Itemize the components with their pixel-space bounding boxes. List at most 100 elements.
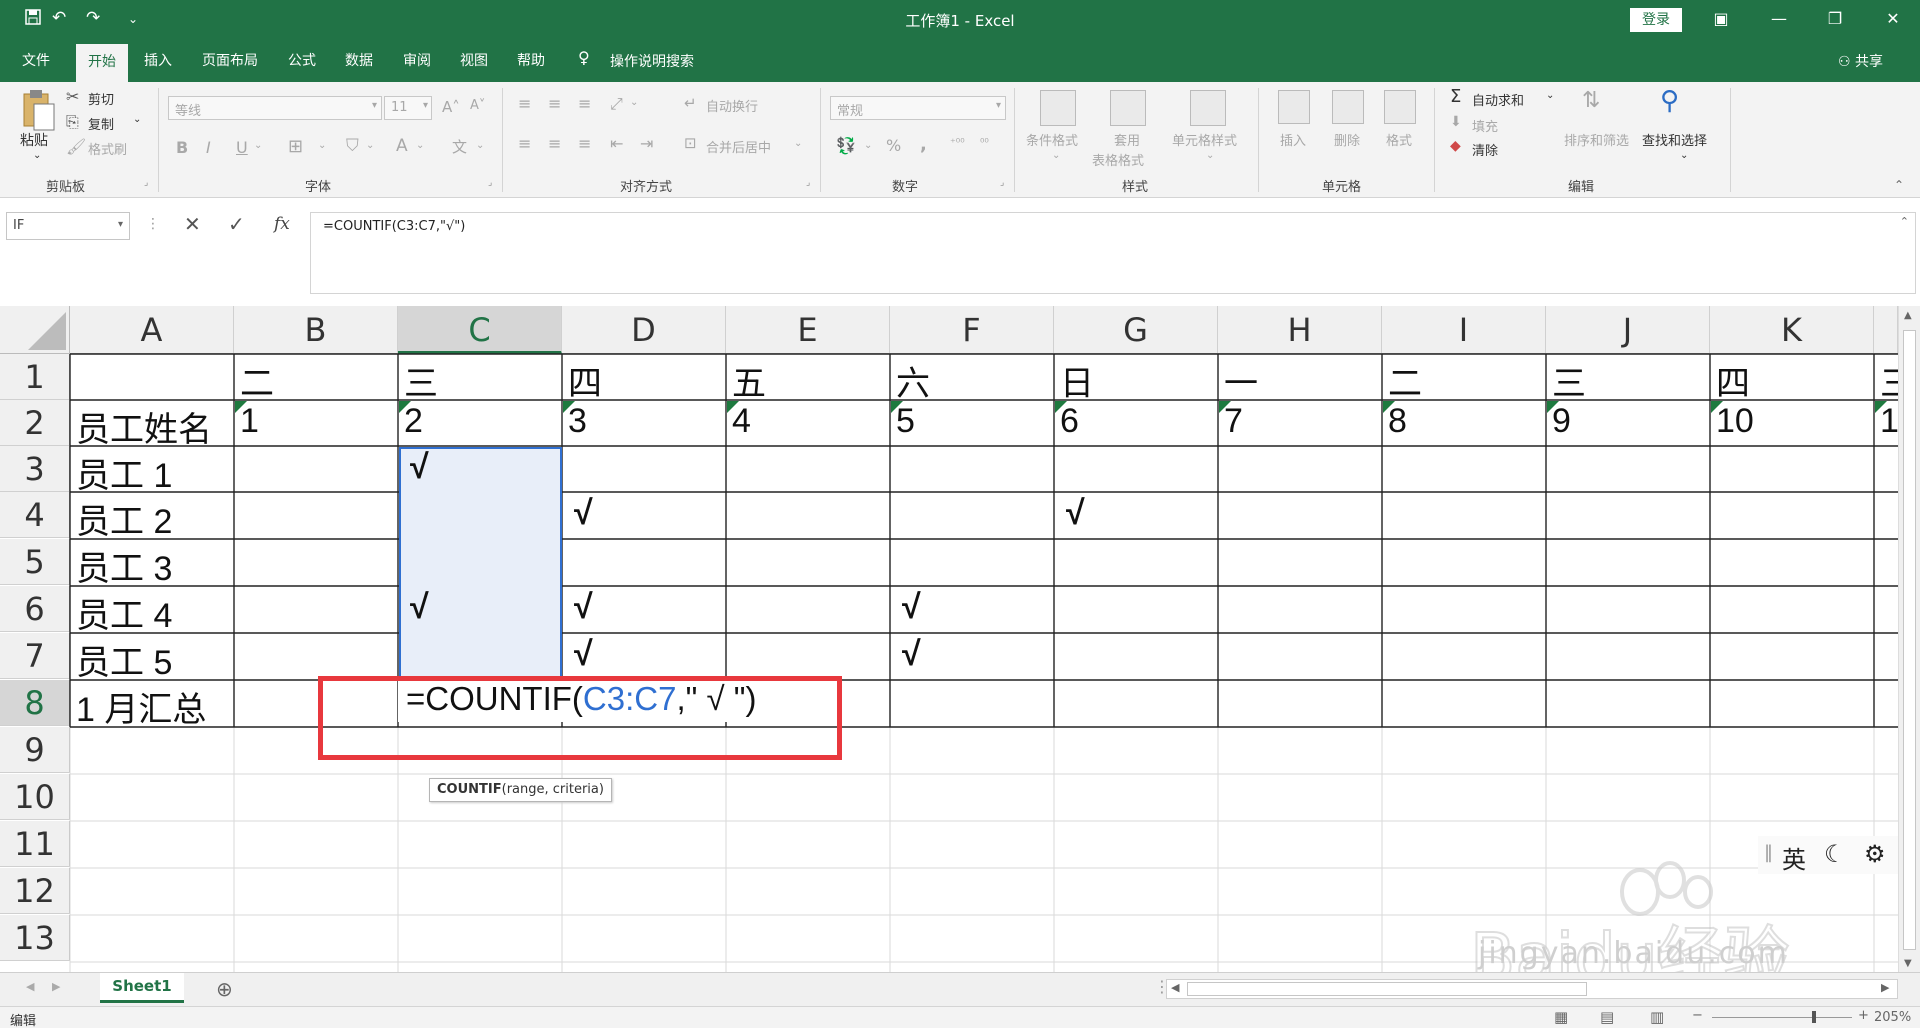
delete-cells-button[interactable]: 删除 (1334, 130, 1360, 149)
day-of-week-cell[interactable]: 六 (890, 356, 930, 405)
cond-dropdown-icon[interactable]: ⌄ (1052, 150, 1060, 161)
cut-button[interactable]: 剪切 (88, 89, 114, 108)
check-mark-cell[interactable]: √ (890, 635, 921, 674)
align-left-icon[interactable]: ≡ (518, 134, 531, 153)
dialog-launcher-icon[interactable]: ⌟ (488, 178, 492, 188)
tab-page-layout[interactable]: 页面布局 (202, 50, 258, 70)
dialog-launcher-icon[interactable]: ⌟ (144, 178, 148, 188)
number-format-combo[interactable]: 常规 ▾ (830, 96, 1006, 120)
align-bottom-icon[interactable]: ≡ (578, 94, 591, 113)
format-as-table-label-2[interactable]: 表格格式 (1092, 150, 1144, 169)
close-icon[interactable]: ✕ (1878, 6, 1908, 32)
moon-icon[interactable]: ☾ (1824, 840, 1846, 868)
fill-dropdown-icon[interactable]: ⌄ (366, 140, 374, 151)
paste-dropdown-icon[interactable]: ⌄ (33, 150, 41, 161)
sort-filter-icon[interactable]: ⇅ (1582, 88, 1600, 113)
merge-center-button[interactable]: 合并后居中 (706, 137, 771, 156)
collapse-ribbon-icon[interactable]: ⌃ (1894, 178, 1904, 192)
orientation-dropdown-icon[interactable]: ⌄ (630, 97, 638, 108)
percent-button[interactable]: % (886, 136, 901, 155)
cell-styles-button[interactable]: 单元格样式 (1172, 130, 1237, 149)
bold-button[interactable]: B (176, 138, 188, 157)
employee-name-cell[interactable]: 员工 3 (70, 541, 172, 590)
error-indicator-icon[interactable] (1547, 401, 1559, 413)
day-of-week-cell[interactable]: 二 (1382, 356, 1422, 405)
check-mark-cell[interactable]: √ (562, 588, 593, 627)
orientation-icon[interactable]: ⤢ (610, 94, 623, 114)
conditional-format-button[interactable]: 条件格式 (1026, 130, 1078, 149)
horizontal-scroll-thumb[interactable] (1187, 982, 1587, 996)
align-top-icon[interactable]: ≡ (518, 94, 531, 113)
error-indicator-icon[interactable] (727, 401, 739, 413)
check-mark-cell[interactable]: √ (562, 494, 593, 533)
zoom-in-icon[interactable]: + (1858, 1008, 1869, 1023)
decrease-indent-icon[interactable]: ⇤ (610, 134, 623, 153)
error-indicator-icon[interactable] (399, 401, 411, 413)
copy-button[interactable]: 复制 (88, 114, 114, 133)
check-mark-cell[interactable]: √ (562, 635, 593, 674)
error-indicator-icon[interactable] (891, 401, 903, 413)
scroll-right-icon[interactable]: ▶ (1881, 981, 1889, 994)
sheet-tab-sheet1[interactable]: Sheet1 (100, 973, 184, 1003)
vertical-scrollbar[interactable]: ▲ ▼ (1898, 306, 1920, 978)
check-mark-cell[interactable]: √ (1054, 494, 1085, 533)
format-painter-button[interactable]: 格式刷 (88, 139, 127, 158)
sort-filter-button[interactable]: 排序和筛选 (1564, 130, 1629, 149)
merge-dropdown-icon[interactable]: ⌄ (794, 138, 802, 149)
align-center-icon[interactable]: ≡ (548, 134, 561, 153)
date-cell[interactable]: 员工姓名 (70, 402, 212, 451)
italic-button[interactable]: I (206, 138, 211, 157)
page-layout-view-icon[interactable]: ▤ (1600, 1008, 1614, 1026)
confirm-entry-icon[interactable]: ✓ (228, 212, 245, 236)
currency-dropdown-icon[interactable]: ⌄ (864, 140, 872, 151)
borders-icon[interactable]: ⊞ (288, 136, 303, 157)
share-button[interactable]: ⚇ 共享 (1838, 51, 1883, 71)
tab-formulas[interactable]: 公式 (288, 50, 316, 70)
check-mark-cell[interactable]: √ (398, 448, 429, 487)
worksheet-grid[interactable]: ABCDEFGHIJK 1 2 3 4 5 6 7 8 9 10 11 12 13 二三四五六日一二三四… (0, 306, 1920, 978)
shrink-font-icon[interactable]: A˅ (470, 98, 485, 113)
day-of-week-cell[interactable]: 日 (1054, 356, 1094, 405)
employee-name-cell[interactable]: 员工 2 (70, 494, 172, 543)
cancel-entry-icon[interactable]: ✕ (184, 212, 201, 236)
tab-review[interactable]: 审阅 (403, 50, 431, 70)
partial-cell[interactable]: 三 (1874, 356, 1898, 405)
font-name-combo[interactable]: 等线 ▾ (168, 96, 382, 120)
error-indicator-icon[interactable] (235, 401, 247, 413)
insert-cells-icon[interactable] (1278, 90, 1310, 124)
tell-me-search[interactable]: 操作说明搜索 (610, 51, 694, 71)
minimize-icon[interactable]: — (1764, 6, 1794, 32)
normal-view-icon[interactable]: ▦ (1554, 1008, 1568, 1026)
check-mark-cell[interactable]: √ (398, 588, 429, 627)
copy-dropdown-icon[interactable]: ⌄ (133, 114, 141, 125)
tab-view[interactable]: 视图 (460, 50, 488, 70)
cell-styles-icon[interactable] (1190, 90, 1226, 126)
employee-name-cell[interactable]: 员工 5 (70, 635, 172, 684)
align-right-icon[interactable]: ≡ (578, 134, 591, 153)
employee-name-cell[interactable]: 1 月汇总 (70, 682, 206, 731)
day-of-week-cell[interactable]: 三 (398, 356, 438, 405)
format-cells-icon[interactable] (1384, 90, 1416, 124)
vertical-scroll-thumb[interactable] (1903, 330, 1916, 950)
fill-button[interactable]: 填充 (1472, 116, 1498, 135)
error-indicator-icon[interactable] (563, 401, 575, 413)
dialog-launcher-icon[interactable]: ⌟ (1000, 178, 1004, 188)
tab-help[interactable]: 帮助 (517, 50, 545, 70)
day-of-week-cell[interactable]: 三 (1546, 356, 1586, 405)
zoom-level[interactable]: 205% (1874, 1010, 1911, 1025)
error-indicator-icon[interactable] (1875, 401, 1887, 413)
tab-data[interactable]: 数据 (345, 50, 373, 70)
dialog-launcher-icon[interactable]: ⌟ (806, 178, 810, 188)
formula-input[interactable]: =COUNTIF(C3:C7,"√") ⌃ (310, 212, 1916, 294)
find-dropdown-icon[interactable]: ⌄ (1680, 150, 1688, 161)
function-tooltip[interactable]: COUNTIF(range, criteria) (429, 778, 612, 802)
add-sheet-icon[interactable]: ⊕ (216, 977, 233, 1001)
wrap-text-button[interactable]: 自动换行 (706, 96, 758, 115)
align-middle-icon[interactable]: ≡ (548, 94, 561, 113)
find-select-button[interactable]: 查找和选择 (1642, 130, 1707, 149)
tab-file[interactable]: 文件 (22, 50, 50, 70)
increase-decimal-icon[interactable]: ⁺⁰⁰ (950, 136, 965, 149)
format-cells-button[interactable]: 格式 (1386, 130, 1412, 149)
underline-dropdown-icon[interactable]: ⌄ (254, 140, 262, 151)
day-of-week-cell[interactable]: 四 (1710, 356, 1750, 405)
